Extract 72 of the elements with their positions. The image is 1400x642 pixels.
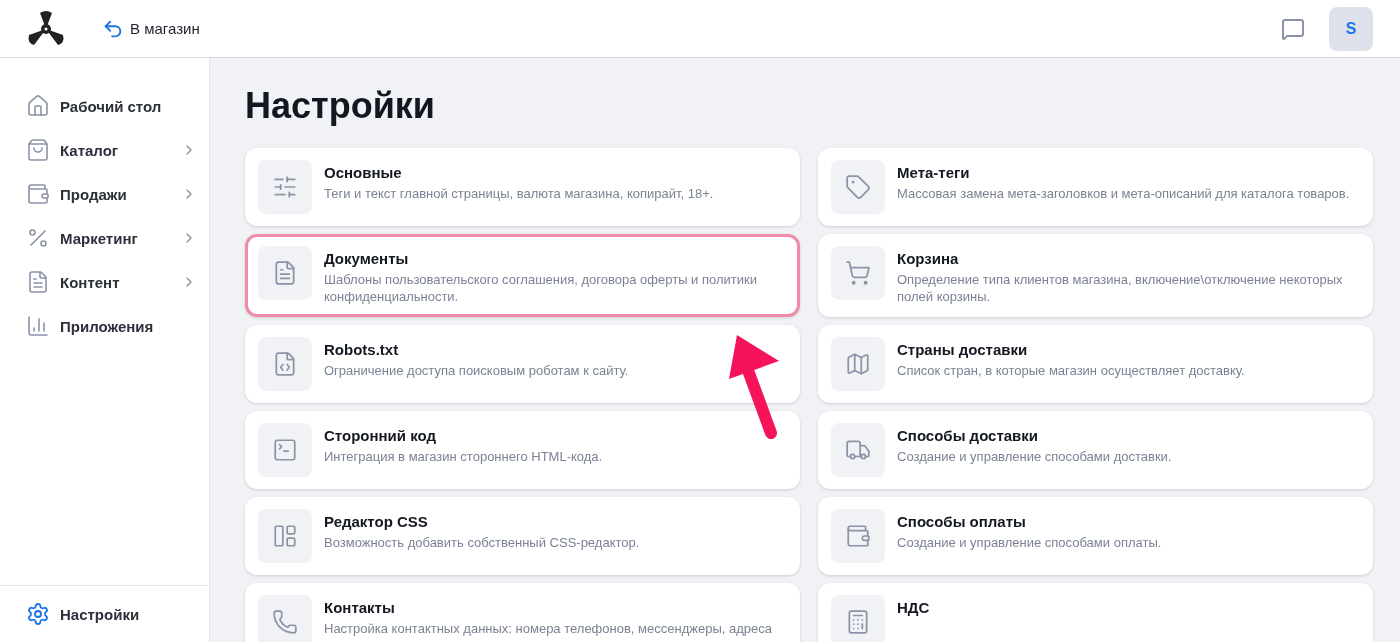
sidebar-item[interactable]: Настройки xyxy=(0,592,209,636)
back-to-store-link[interactable]: В магазин xyxy=(102,17,200,40)
sidebar-item[interactable]: Контент xyxy=(0,260,209,304)
phone-icon xyxy=(272,609,298,635)
card-title: Редактор CSS xyxy=(324,513,429,530)
card-description: Создание и управление способами доставки. xyxy=(897,448,1172,465)
terminal-icon xyxy=(272,437,298,463)
card-title: НДС xyxy=(897,599,930,616)
card-description: Ограничение доступа поисковым роботам к сайту. xyxy=(324,362,629,379)
settings-icon xyxy=(26,602,50,626)
sidebar-item[interactable]: Продажи xyxy=(0,172,209,216)
card-description: Интеграция в магазин стороннего HTML-кода. xyxy=(324,448,603,465)
chart-icon xyxy=(26,314,50,338)
logo-icon[interactable] xyxy=(26,10,66,47)
settings-card[interactable]: Мета-теги Массовая замена мета-заголовков и мета-описаний для каталога товаров. xyxy=(818,148,1373,226)
settings-card[interactable]: Корзина Определение типа клиентов магазина, включение\отключение некоторых полей корзины. xyxy=(818,234,1373,317)
map-icon xyxy=(845,351,871,377)
document-icon xyxy=(272,260,298,286)
settings-card[interactable]: Способы доставки Создание и управление способами доставки. xyxy=(818,411,1373,489)
settings-card[interactable]: НДС xyxy=(818,583,1373,642)
card-description: Шаблоны пользовательского соглашения, договора оферты и политики конфиденциальности. xyxy=(324,271,758,305)
chat-icon[interactable] xyxy=(1281,16,1305,41)
layout-icon xyxy=(272,523,298,549)
wallet-icon xyxy=(26,182,50,206)
tag-icon xyxy=(845,174,871,200)
settings-card[interactable]: Документы Шаблоны пользовательского соглашения, договора оферты и политики конфиденциальности. xyxy=(245,234,800,317)
document-icon xyxy=(26,270,50,294)
card-title: Мета-теги xyxy=(897,164,971,181)
sidebar-item[interactable]: Рабочий стол xyxy=(0,84,209,128)
sidebar-item[interactable]: Каталог xyxy=(0,128,209,172)
sliders-icon xyxy=(272,174,298,200)
settings-card[interactable]: Robots.txt Ограничение доступа поисковым роботам к сайту. xyxy=(245,325,800,403)
bag-icon xyxy=(26,138,50,162)
settings-card[interactable]: Страны доставки Список стран, в которые магазин осуществляет доставку. xyxy=(818,325,1373,403)
card-title: Сторонний код xyxy=(324,427,437,444)
card-description: Теги и текст главной страницы, валюта магазина, копирайт, 18+. xyxy=(324,185,714,202)
sidebar-item[interactable]: Приложения xyxy=(0,304,209,348)
card-description: Настройка контактных данных: номера телефонов, мессенджеры, адреса xyxy=(324,620,772,637)
card-title: Документы xyxy=(324,250,410,267)
page-title: Настройки xyxy=(245,84,436,128)
card-title: Страны доставки xyxy=(897,341,1029,358)
card-description: Возможность добавить собственный CSS-редактор. xyxy=(324,534,640,551)
settings-card[interactable]: Сторонний код Интеграция в магазин стороннего HTML-кода. xyxy=(245,411,800,489)
card-description: Создание и управление способами оплаты. xyxy=(897,534,1162,551)
card-title: Robots.txt xyxy=(324,341,400,358)
settings-card[interactable]: Контакты Настройка контактных данных: номера телефонов, мессенджеры, адреса xyxy=(245,583,800,642)
card-title: Корзина xyxy=(897,250,960,267)
settings-card[interactable]: Способы оплаты Создание и управление способами оплаты. xyxy=(818,497,1373,575)
truck-icon xyxy=(845,437,871,463)
card-title: Способы оплаты xyxy=(897,513,1027,530)
card-description: Массовая замена мета-заголовков и мета-описаний для каталога товаров. xyxy=(897,185,1350,202)
settings-card[interactable]: Основные Теги и текст главной страницы, валюта магазина, копирайт, 18+. xyxy=(245,148,800,226)
home-icon xyxy=(26,94,50,118)
settings-card[interactable]: Редактор CSS Возможность добавить собственный CSS-редактор. xyxy=(245,497,800,575)
code-file-icon xyxy=(272,351,298,377)
sidebar-label: Контент xyxy=(60,273,121,291)
sidebar-label: Настройки xyxy=(60,605,141,623)
sidebar-label: Каталог xyxy=(60,141,120,159)
calculator-icon xyxy=(845,609,871,635)
sidebar-label: Продажи xyxy=(60,185,128,203)
card-description: Определение типа клиентов магазина, включение\отключение некоторых полей корзины. xyxy=(897,271,1344,305)
card-description: Список стран, в которые магазин осуществляет доставку. xyxy=(897,362,1245,379)
card-title: Способы доставки xyxy=(897,427,1040,444)
cart-icon xyxy=(845,260,871,286)
card-title: Контакты xyxy=(324,599,396,616)
sidebar-label: Маркетинг xyxy=(60,229,139,247)
card-title: Основные xyxy=(324,164,403,181)
wallet-icon xyxy=(845,523,871,549)
percent-icon xyxy=(26,226,50,250)
sidebar-label: Рабочий стол xyxy=(60,97,163,115)
sidebar-item[interactable]: Маркетинг xyxy=(0,216,209,260)
sidebar-label: Приложения xyxy=(60,317,155,335)
